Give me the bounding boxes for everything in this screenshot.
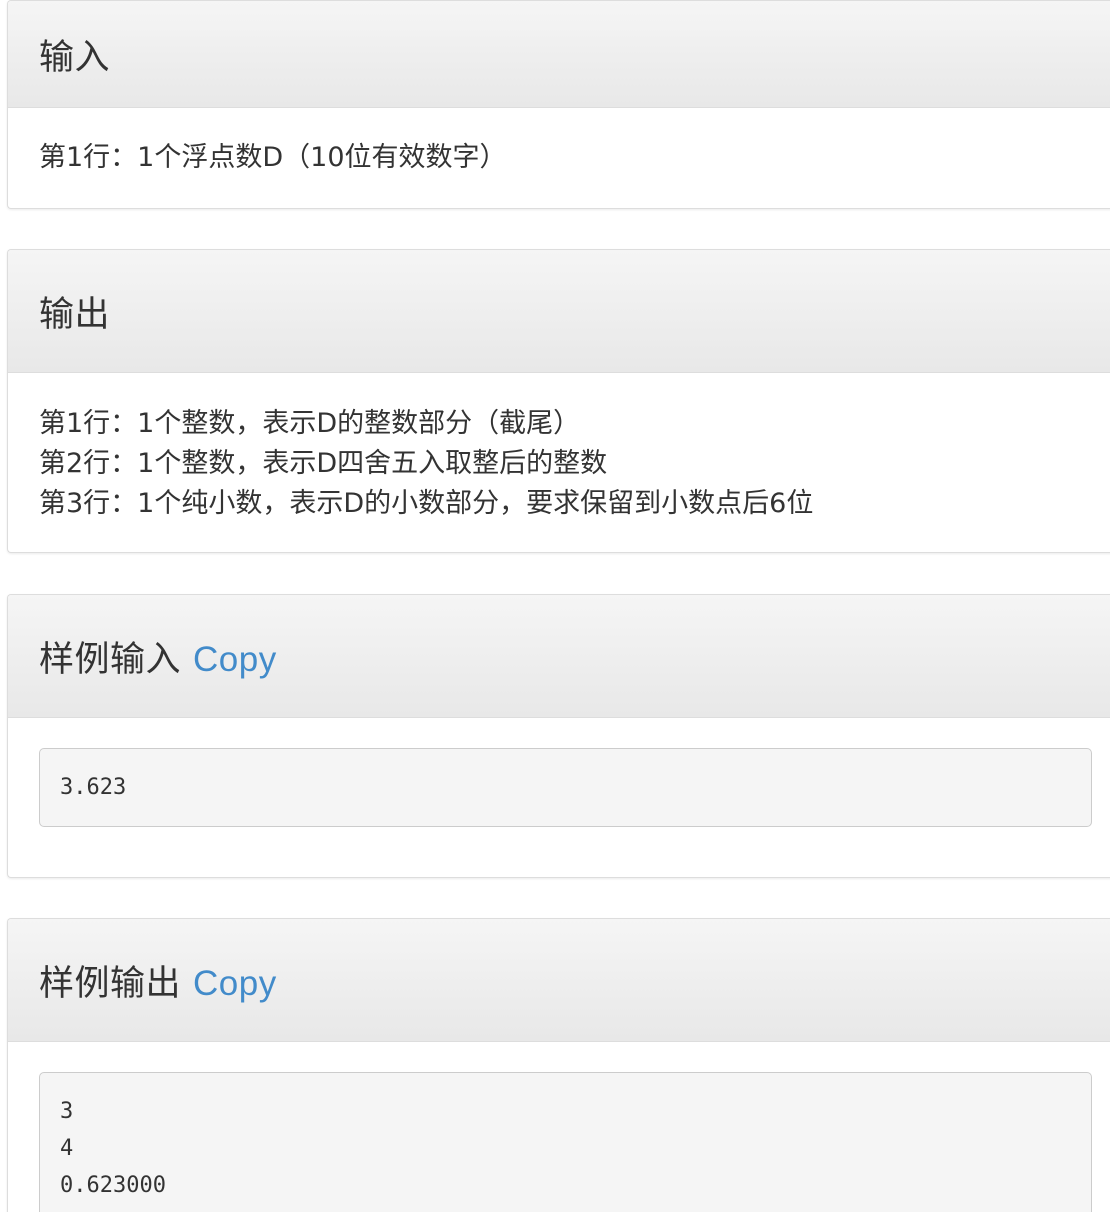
output-line-1: 第1行：1个整数，表示D的整数部分（截尾）: [39, 408, 581, 439]
problem-page: 输入 第1行：1个浮点数D（10位有效数字） 输出 第1行：1个整数，表示D的整…: [0, 0, 1110, 1212]
input-panel-heading: 输入: [8, 1, 1110, 108]
sample-output-line-1: 3: [60, 1099, 74, 1124]
sample-input-panel-heading: 样例输入 Copy: [8, 595, 1110, 718]
sample-output-panel-heading: 样例输出 Copy: [8, 919, 1110, 1042]
output-line-2: 第2行：1个整数，表示D四舍五入取整后的整数: [39, 448, 608, 479]
input-title: 输入: [39, 37, 111, 78]
output-panel-heading: 输出: [8, 250, 1110, 373]
sample-output-panel-body: 3 4 0.623000: [8, 1042, 1110, 1212]
sample-output-line-2: 4: [60, 1136, 74, 1161]
sample-input-heading: 样例输入 Copy: [39, 631, 277, 682]
sample-input-code-block: 3.623: [39, 748, 1092, 827]
sample-output-line-3: 0.623000: [60, 1173, 166, 1198]
output-panel-body: 第1行：1个整数，表示D的整数部分（截尾） 第2行：1个整数，表示D四舍五入取整…: [8, 373, 1110, 524]
input-panel-body: 第1行：1个浮点数D（10位有效数字）: [8, 108, 1110, 178]
output-panel: 输出 第1行：1个整数，表示D的整数部分（截尾） 第2行：1个整数，表示D四舍五…: [7, 249, 1110, 553]
sample-input-line-1: 3.623: [60, 775, 127, 800]
sample-input-panel-body: 3.623: [8, 718, 1110, 827]
output-title: 输出: [39, 294, 111, 335]
sample-input-title: 样例输入: [39, 639, 182, 680]
sample-output-code-block: 3 4 0.623000: [39, 1072, 1092, 1212]
input-line-1: 第1行：1个浮点数D（10位有效数字）: [39, 142, 507, 173]
input-panel: 输入 第1行：1个浮点数D（10位有效数字）: [7, 0, 1110, 209]
sample-output-title: 样例输出: [39, 963, 182, 1004]
sample-input-copy-link[interactable]: Copy: [193, 640, 277, 679]
sample-output-panel: 样例输出 Copy 3 4 0.623000: [7, 918, 1110, 1212]
sample-input-panel: 样例输入 Copy 3.623: [7, 594, 1110, 878]
sample-output-heading: 样例输出 Copy: [39, 955, 277, 1006]
sample-output-copy-link[interactable]: Copy: [193, 964, 277, 1003]
output-line-3: 第3行：1个纯小数，表示D的小数部分，要求保留到小数点后6位: [39, 488, 814, 519]
